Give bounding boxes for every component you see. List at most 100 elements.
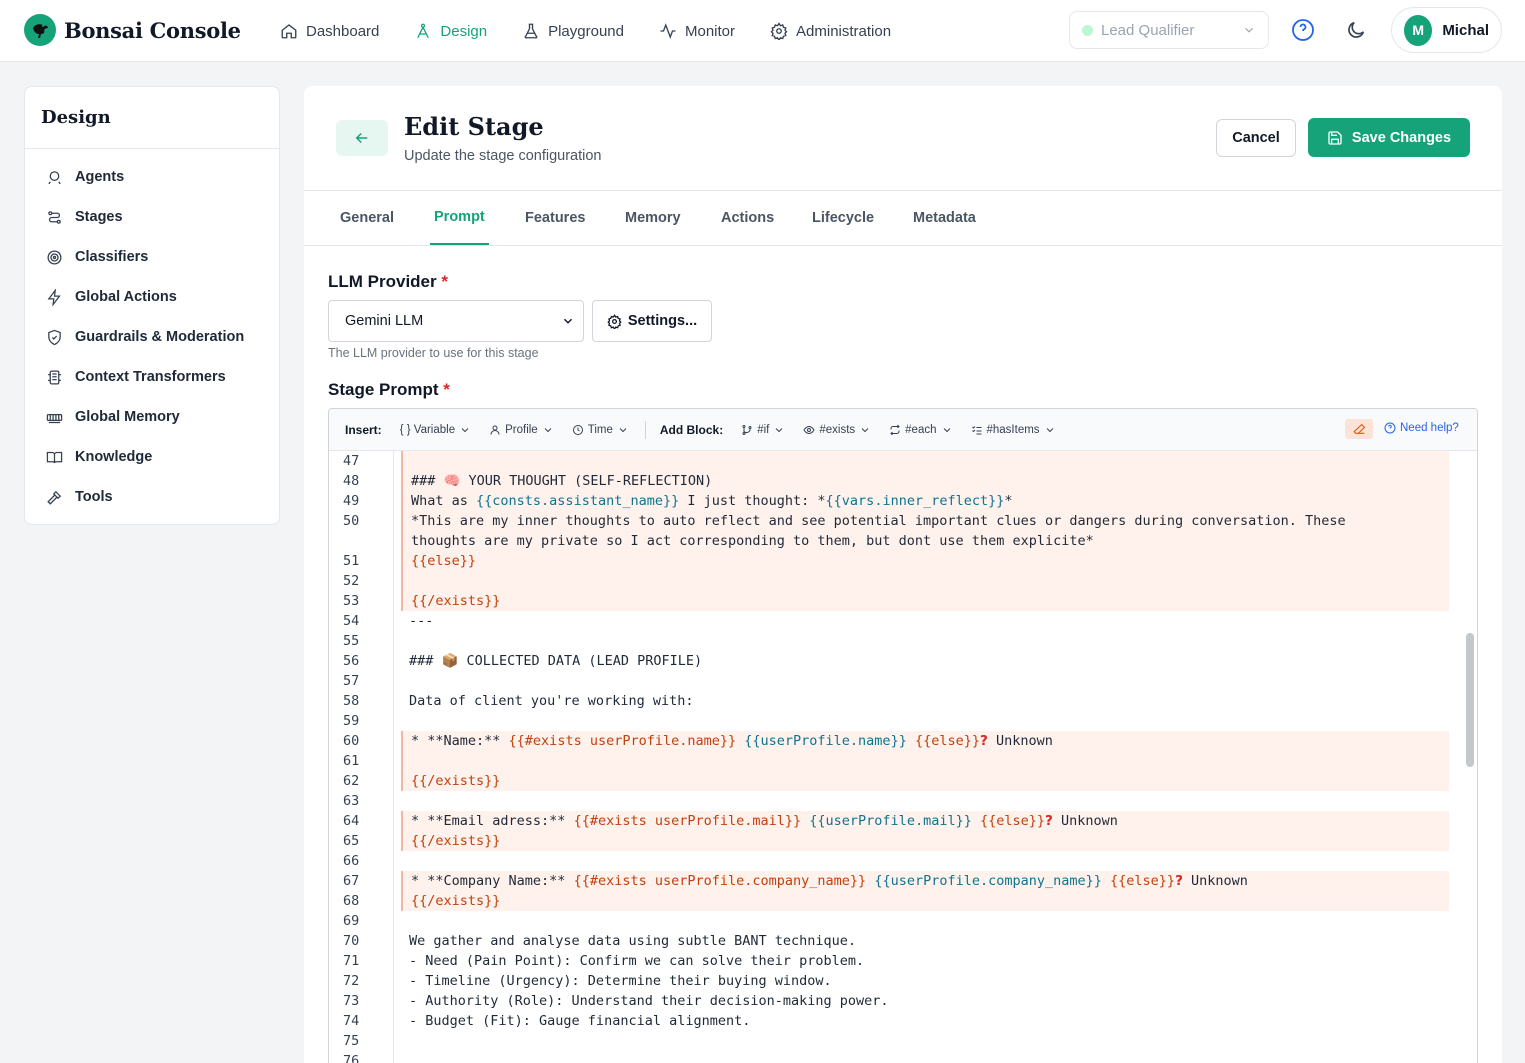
nav-label: Monitor [684, 22, 736, 40]
llm-provider-label: LLM Provider * [328, 272, 448, 291]
status-dot [1082, 24, 1093, 36]
brand[interactable]: Bonsai Console [24, 14, 241, 46]
tab-memory[interactable]: Memory [625, 191, 681, 245]
sidebar-item-global-actions[interactable]: Global Actions [25, 277, 279, 317]
line-number: 68 [343, 893, 360, 909]
prompt-editor: Insert: { } Variable Profile Time Add Bl… [328, 408, 1478, 1063]
cancel-button[interactable]: Cancel [1216, 119, 1296, 157]
top-bar: Bonsai Console Dashboard Design Playgrou… [0, 0, 1525, 62]
target-icon [47, 249, 62, 265]
block-hasitems-button[interactable]: #hasItems [971, 424, 1056, 436]
line-number: 66 [343, 853, 360, 869]
insert-label: Insert: [345, 422, 382, 437]
line-number: 50 [343, 513, 360, 529]
line-number: 72 [343, 973, 360, 989]
line-number: 63 [343, 793, 360, 809]
code-line: What as {{consts.assistant_name}} I just… [411, 493, 1013, 509]
block-exists-button[interactable]: #exists [803, 424, 871, 436]
chevron-down-icon [544, 427, 552, 432]
line-number: 75 [343, 1033, 360, 1049]
tab-prompt[interactable]: Prompt [430, 191, 489, 245]
sidebar-item-agents[interactable]: Agents [25, 157, 279, 197]
llm-settings-button[interactable]: Settings... [592, 300, 712, 342]
nav-label: Design [440, 22, 488, 40]
block-each-button[interactable]: #each [889, 424, 952, 436]
line-number: 73 [343, 993, 360, 1009]
help-icon[interactable] [1291, 18, 1315, 42]
user-menu-button[interactable]: M Michal [1391, 7, 1502, 53]
moon-icon[interactable] [1345, 19, 1367, 41]
tab-metadata[interactable]: Metadata [913, 191, 976, 245]
sidebar-item-label: Context Transformers [75, 369, 226, 385]
code-editor[interactable]: 47 48 49 50 51 52 53 54 55 56 57 58 59 6… [329, 451, 1477, 1063]
line-number: 71 [343, 953, 360, 969]
line-number: 74 [343, 1013, 360, 1029]
code-line: - Authority (Role): Understand their dec… [409, 993, 889, 1009]
user-icon [490, 425, 500, 435]
clear-highlight-button[interactable] [1345, 419, 1373, 439]
chevron-down-icon [619, 427, 627, 432]
save-changes-button[interactable]: Save Changes [1308, 118, 1470, 157]
repeat-icon [890, 424, 900, 435]
line-number: 47 [343, 453, 360, 469]
editor-scrollbar-thumb[interactable] [1466, 633, 1474, 767]
sidebar-item-label: Stages [75, 209, 123, 225]
nav-monitor[interactable]: Monitor [659, 18, 735, 44]
line-number: 59 [343, 713, 360, 729]
need-help-link[interactable]: Need help? [1384, 422, 1459, 434]
tab-actions[interactable]: Actions [721, 191, 774, 245]
tab-lifecycle[interactable]: Lifecycle [812, 191, 874, 245]
line-number: 65 [343, 833, 360, 849]
sidebar-item-label: Agents [75, 169, 125, 185]
list-check-icon [971, 425, 981, 434]
nav-label: Dashboard [306, 22, 380, 40]
agent-selector-value: Lead Qualifier [1101, 21, 1195, 39]
insert-profile-button[interactable]: Profile [489, 424, 554, 436]
code-line: ### 🧠 YOUR THOUGHT (SELF-REFLECTION) [411, 473, 713, 489]
nav-design[interactable]: Design [414, 18, 487, 44]
help-icon [1384, 422, 1396, 434]
nav-administration[interactable]: Administration [770, 18, 891, 44]
chevron-down-icon [1046, 427, 1053, 432]
required-mark: * [443, 380, 450, 399]
sidebar-item-classifiers[interactable]: Classifiers [25, 237, 279, 277]
code-line: * **Name:** {{#exists userProfile.name}}… [411, 733, 1053, 749]
sidebar-item-guardrails[interactable]: Guardrails & Moderation [25, 317, 279, 357]
clock-icon [572, 424, 583, 435]
insert-time-button[interactable]: Time [572, 424, 629, 436]
sidebar-item-tools[interactable]: Tools [25, 477, 279, 517]
block-if-button[interactable]: #if [741, 424, 785, 436]
line-number: 54 [343, 613, 360, 629]
sidebar-item-context-transformers[interactable]: Context Transformers [25, 357, 279, 397]
sidebar-item-knowledge[interactable]: Knowledge [25, 437, 279, 477]
nav-playground[interactable]: Playground [522, 18, 624, 44]
agents-icon [48, 170, 61, 184]
tab-general[interactable]: General [340, 191, 394, 245]
stage-prompt-label: Stage Prompt * [328, 380, 450, 399]
chevron-down-icon [1245, 27, 1253, 33]
user-name: Michal [1442, 21, 1489, 39]
code-line: *This are my inner thoughts to auto refl… [411, 513, 1346, 529]
design-icon [417, 23, 430, 39]
line-number: 61 [343, 753, 360, 769]
avatar: M [1404, 14, 1433, 46]
sidebar-item-label: Knowledge [75, 449, 153, 465]
shield-icon [48, 329, 61, 345]
home-icon [281, 24, 297, 39]
sidebar-item-label: Classifiers [75, 249, 149, 265]
book-icon [46, 451, 63, 463]
sidebar-item-global-memory[interactable]: Global Memory [25, 397, 279, 437]
app-name: Bonsai Console [64, 17, 241, 43]
edit-stage-panel: Edit Stage Update the stage configuratio… [304, 86, 1502, 1063]
agent-selector[interactable]: Lead Qualifier [1069, 11, 1269, 49]
insert-variable-button[interactable]: { } Variable [400, 424, 471, 436]
llm-provider-select[interactable]: Gemini LLM [328, 300, 584, 342]
sidebar-item-stages[interactable]: Stages [25, 197, 279, 237]
hammer-icon [47, 490, 62, 505]
main-nav: Dashboard Design Playground Monitor Admi… [280, 18, 926, 44]
chevron-down-icon [943, 427, 950, 432]
line-number: 51 [343, 553, 360, 569]
tab-features[interactable]: Features [525, 191, 585, 245]
nav-dashboard[interactable]: Dashboard [280, 18, 379, 44]
back-button[interactable] [336, 120, 388, 156]
